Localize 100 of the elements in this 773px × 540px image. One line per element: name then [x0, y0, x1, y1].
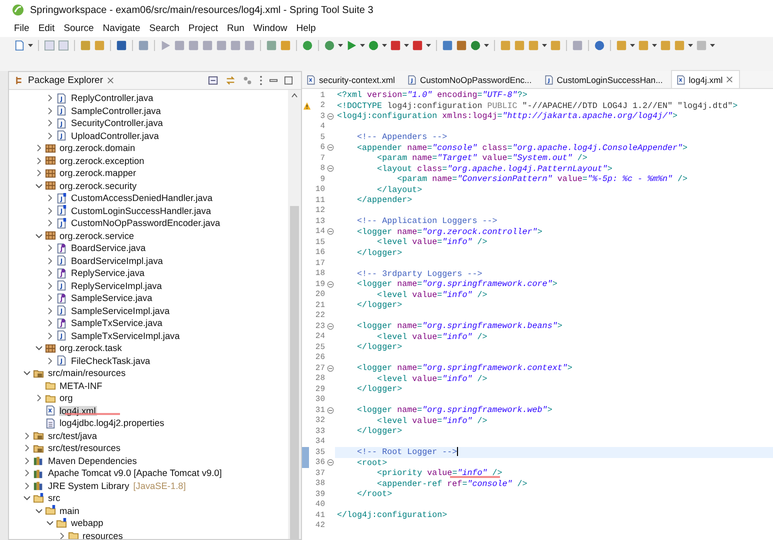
tree-item[interactable]: src/main/resources	[47, 368, 127, 378]
tree-item[interactable]: log4j.xml	[58, 406, 97, 416]
scrollbar[interactable]	[288, 90, 301, 539]
chevron-right-icon[interactable]	[46, 256, 54, 265]
caret-icon[interactable]	[652, 44, 657, 46]
chevron-right-icon[interactable]	[34, 144, 42, 152]
caret-icon[interactable]	[484, 44, 489, 46]
tree-item[interactable]: log4jdbc.log4j2.properties	[58, 418, 166, 428]
caret-icon[interactable]	[542, 44, 547, 46]
menu-item[interactable]: File	[14, 23, 30, 34]
tree-item[interactable]: org.zerock.mapper	[58, 168, 138, 178]
tree-item[interactable]: org.zerock.exception	[58, 156, 146, 166]
scroll-up-icon[interactable]	[291, 93, 298, 98]
tree-item[interactable]: src/test/resources	[47, 443, 122, 454]
view-menu-icon[interactable]	[259, 75, 263, 86]
caret-icon[interactable]	[382, 44, 387, 46]
tree-item[interactable]: CustomAccessDeniedHandler.java	[70, 193, 214, 204]
chevron-right-icon[interactable]	[46, 332, 54, 340]
tree-item[interactable]: SampleController.java	[70, 106, 162, 116]
collapse-all-icon[interactable]	[208, 75, 219, 86]
tree-item[interactable]: org	[58, 393, 74, 404]
tree-item[interactable]: org.zerock.task	[58, 343, 123, 354]
chevron-right-icon[interactable]	[46, 356, 54, 365]
menu-item[interactable]: Edit	[38, 23, 55, 34]
chevron-right-icon[interactable]	[46, 132, 54, 140]
chevron-right-icon[interactable]	[46, 269, 54, 278]
chevron-right-icon[interactable]	[46, 294, 54, 302]
tree-item[interactable]: SampleService.java	[70, 293, 154, 304]
chevron-down-icon[interactable]	[34, 232, 42, 240]
tree-item[interactable]: SecurityController.java	[70, 118, 164, 128]
tree-item[interactable]: Apache Tomcat v9.0 [Apache Tomcat v9.0]	[47, 468, 223, 478]
chevron-down-icon[interactable]	[34, 506, 42, 515]
caret-icon[interactable]	[710, 44, 715, 46]
filter-icon[interactable]	[242, 75, 253, 86]
chevron-down-icon[interactable]	[23, 369, 31, 378]
tree-item[interactable]: src/test/java	[47, 430, 98, 441]
caret-icon[interactable]	[426, 44, 431, 46]
caret-icon[interactable]	[28, 44, 33, 46]
tree-item[interactable]: org.zerock.service	[58, 230, 136, 241]
collapse-icon[interactable]	[326, 112, 334, 120]
collapse-icon[interactable]	[326, 364, 334, 372]
chevron-right-icon[interactable]	[46, 94, 54, 102]
chevron-right-icon[interactable]	[34, 156, 42, 165]
tree-item[interactable]: UploadController.java	[70, 130, 160, 141]
menu-item[interactable]: Search	[149, 23, 180, 34]
chevron-right-icon[interactable]	[46, 319, 54, 328]
tree-item[interactable]: BoardService.java	[70, 243, 147, 254]
collapse-icon[interactable]	[326, 280, 334, 288]
menu-item[interactable]: Navigate	[102, 23, 140, 34]
tree-item[interactable]: Maven Dependencies	[47, 456, 138, 466]
menu-item[interactable]: Window	[253, 23, 288, 34]
tree-item[interactable]: ReplyServiceImpl.java	[70, 280, 163, 291]
tree-item[interactable]: META-INF	[58, 380, 104, 391]
tree-item[interactable]: org.zerock.domain	[58, 143, 136, 154]
tree-item[interactable]: CustomNoOpPasswordEncoder.java	[70, 218, 222, 228]
tree-item[interactable]: resources	[82, 530, 124, 539]
collapse-icon[interactable]	[326, 228, 334, 236]
collapse-icon[interactable]	[326, 144, 334, 152]
tree-item[interactable]: org.zerock.security	[58, 180, 138, 191]
caret-icon[interactable]	[630, 44, 635, 46]
menu-item[interactable]: Run	[226, 23, 244, 34]
tree-item[interactable]: main	[58, 506, 80, 516]
tree-item[interactable]: ReplyController.java	[70, 93, 154, 104]
chevron-right-icon[interactable]	[23, 444, 31, 452]
caret-icon[interactable]	[688, 44, 693, 46]
caret-icon[interactable]	[360, 44, 365, 46]
menu-item[interactable]: Project	[188, 23, 218, 34]
caret-icon[interactable]	[338, 44, 343, 46]
maximize-icon[interactable]	[284, 76, 293, 85]
chevron-down-icon[interactable]	[34, 182, 42, 190]
tree-item[interactable]: FileCheckTask.java	[70, 356, 152, 366]
chevron-down-icon[interactable]	[34, 344, 42, 352]
chevron-right-icon[interactable]	[34, 169, 42, 178]
chevron-right-icon[interactable]	[46, 206, 54, 215]
tree-item[interactable]: webapp	[70, 518, 104, 528]
tree-item[interactable]: ReplyService.java	[70, 268, 146, 278]
chevron-right-icon[interactable]	[58, 532, 66, 539]
chevron-right-icon[interactable]	[46, 282, 54, 290]
chevron-down-icon[interactable]	[23, 494, 31, 502]
chevron-right-icon[interactable]	[23, 432, 31, 440]
menu-item[interactable]: Help	[296, 23, 316, 34]
tree-item[interactable]: SampleTxServiceImpl.java	[70, 330, 181, 341]
collapse-icon[interactable]	[326, 322, 334, 330]
link-icon[interactable]	[225, 75, 236, 86]
collapse-icon[interactable]	[326, 459, 334, 466]
tree-item[interactable]: JRE System Library	[47, 480, 130, 491]
chevron-right-icon[interactable]	[34, 394, 42, 402]
chevron-right-icon[interactable]	[23, 469, 31, 478]
minimize-icon[interactable]	[269, 76, 278, 85]
tree-item[interactable]: CustomLoginSuccessHandler.java	[70, 206, 212, 216]
close-icon[interactable]	[726, 76, 733, 83]
close-icon[interactable]	[106, 77, 114, 84]
chevron-right-icon[interactable]	[46, 306, 54, 315]
collapse-icon[interactable]	[326, 165, 334, 172]
caret-icon[interactable]	[404, 44, 409, 46]
tree-item[interactable]: BoardServiceImpl.java	[70, 256, 164, 266]
chevron-right-icon[interactable]	[46, 106, 54, 115]
menu-item[interactable]: Source	[64, 23, 94, 34]
chevron-right-icon[interactable]	[23, 456, 31, 465]
collapse-icon[interactable]	[326, 406, 334, 414]
